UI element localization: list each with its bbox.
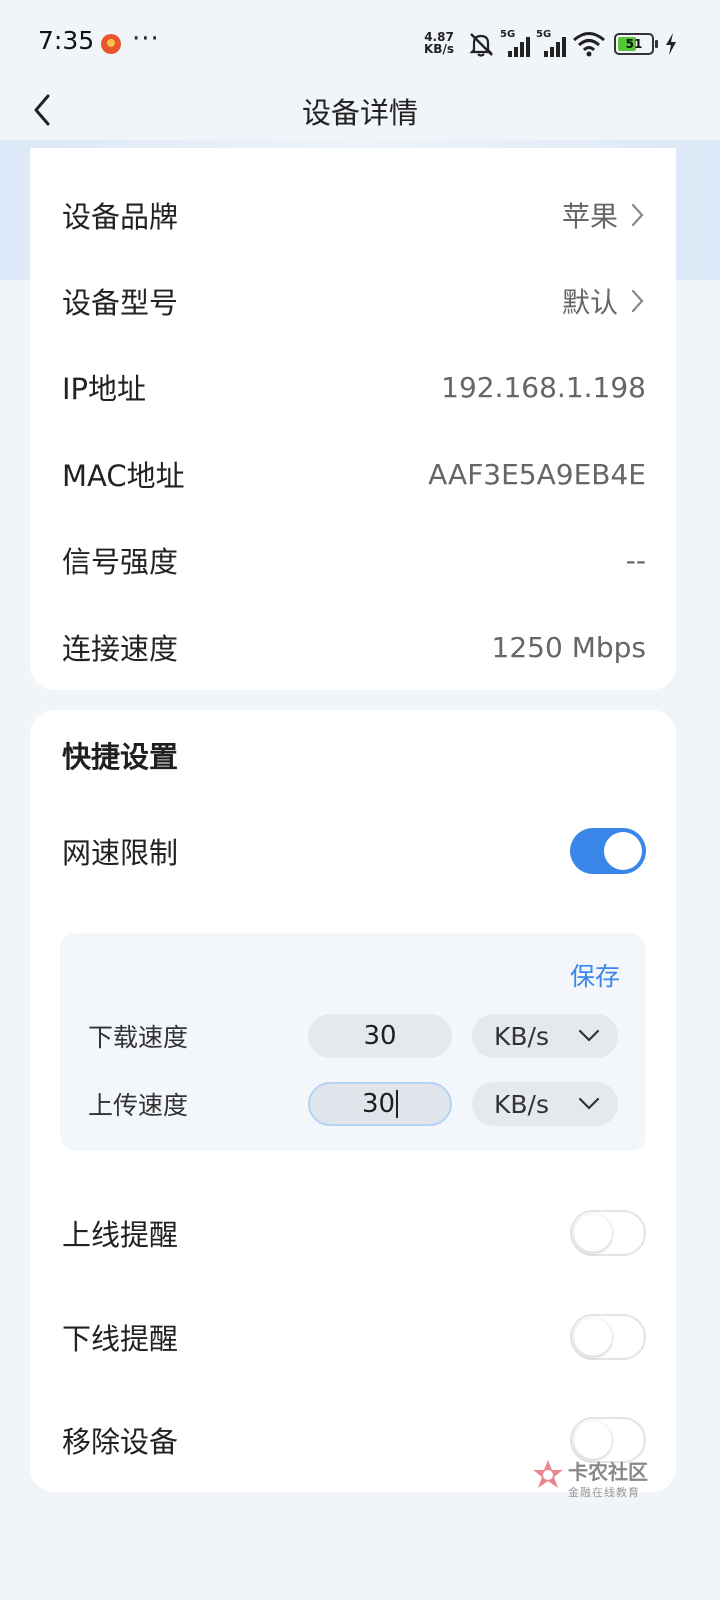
quick-settings-card: 快捷设置 网速限制 保存 下载速度 30 KB/s 上传速度 30 KB/s 上… [30,710,676,1492]
speed-limit-label: 网速限制 [62,836,179,870]
ip-address-value: 192.168.1.198 [441,370,646,404]
network-speed: 4.87 KB/s [424,31,454,55]
watermark-subtitle: 金融在线教育 [568,1486,640,1499]
watermark: 卡农社区 金融在线教育 [528,1452,648,1522]
upload-speed-input[interactable]: 30 [308,1082,452,1126]
app-notification-icon [101,34,121,54]
signal-sim2: 5G [536,29,568,59]
download-unit-select[interactable]: KB/s [472,1014,618,1058]
connection-speed-value: 1250 Mbps [491,630,646,664]
chevron-down-icon [578,1029,600,1042]
network-speed-unit: KB/s [424,42,454,56]
signal-bars-icon [508,37,530,57]
mac-address-row: MAC地址 AAF3E5A9EB4E [62,444,646,504]
text-cursor [396,1090,399,1118]
watermark-logo-icon [533,1460,563,1488]
device-brand-row[interactable]: 设备品牌 苹果 [62,185,646,245]
signal-strength-row: 信号强度 -- [62,530,646,590]
more-notifications-icon: ··· [132,24,160,54]
chevron-right-icon [631,289,644,313]
navigation-bar: 设备详情 [0,70,720,150]
offline-alert-toggle[interactable] [570,1314,646,1360]
upload-speed-label: 上传速度 [88,1091,189,1120]
ip-address-label: IP地址 [62,372,147,406]
device-brand-label: 设备品牌 [62,200,179,234]
status-icons: 5G 5G 51 [466,28,678,60]
wifi-icon [573,32,605,57]
charging-bolt-icon [666,33,676,55]
upload-speed-row: 上传速度 30 KB/s [88,1081,620,1127]
toggle-knob [574,1318,612,1356]
chevron-down-icon [578,1097,600,1110]
device-model-label: 设备型号 [62,286,179,320]
online-alert-row: 上线提醒 [62,1203,646,1263]
remove-device-label: 移除设备 [62,1425,179,1459]
mac-address-value: AAF3E5A9EB4E [428,457,646,491]
quick-settings-title: 快捷设置 [62,740,179,774]
device-brand-value: 苹果 [561,200,618,233]
signal-strength-label: 信号强度 [62,545,179,579]
upload-unit-value: KB/s [494,1089,549,1119]
device-brand-value-wrap: 苹果 [562,195,646,235]
chevron-right-icon [631,203,644,227]
connection-speed-row: 连接速度 1250 Mbps [62,617,646,677]
save-button[interactable]: 保存 [570,957,620,993]
speed-limit-toggle[interactable] [570,828,646,874]
watermark-name: 卡农社区 [568,1460,648,1484]
offline-alert-label: 下线提醒 [62,1322,179,1356]
status-time: 7:35 [38,26,95,55]
toggle-knob [574,1214,612,1252]
page-title: 设备详情 [301,96,418,130]
online-alert-label: 上线提醒 [62,1218,179,1252]
device-model-value-wrap: 默认 [562,281,646,321]
ip-address-row: IP地址 192.168.1.198 [62,357,646,417]
connection-speed-label: 连接速度 [62,632,179,666]
battery-level: 51 [625,37,643,51]
upload-speed-value: 30 [361,1089,396,1119]
download-unit-value: KB/s [494,1021,549,1051]
toggle-knob [604,832,642,870]
download-speed-value: 30 [363,1021,397,1051]
mac-address-label: MAC地址 [62,459,185,493]
download-speed-input[interactable]: 30 [308,1014,452,1058]
online-alert-toggle[interactable] [570,1210,646,1256]
battery-icon: 51 [614,33,658,55]
speed-limit-panel: 保存 下载速度 30 KB/s 上传速度 30 KB/s [60,933,646,1151]
signal-strength-value: -- [625,543,646,577]
upload-unit-select[interactable]: KB/s [472,1082,618,1126]
download-speed-label: 下载速度 [88,1023,189,1052]
device-model-row[interactable]: 设备型号 默认 [62,271,646,331]
device-model-value: 默认 [561,286,618,319]
mute-bell-icon [469,33,493,57]
offline-alert-row: 下线提醒 [62,1307,646,1367]
speed-limit-row: 网速限制 [62,821,646,881]
signal-sim1: 5G [500,29,532,59]
download-speed-row: 下载速度 30 KB/s [88,1013,620,1059]
signal-bars-icon [544,37,566,57]
device-info-card: 设备品牌 苹果 设备型号 默认 IP地址 192.168.1.198 MAC地址… [30,148,676,690]
